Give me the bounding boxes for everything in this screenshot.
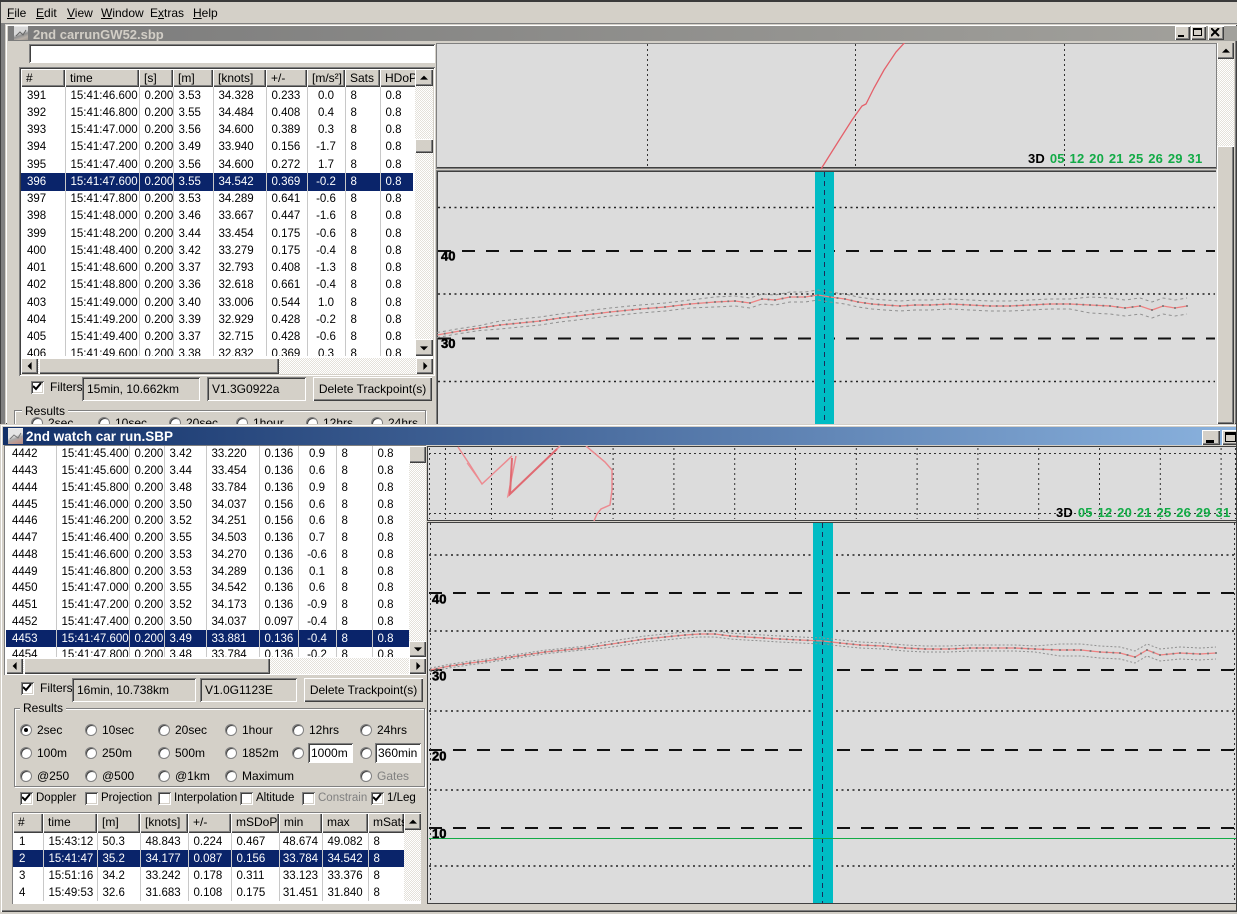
svg-text:3D 05 12 20 21 25 26 29 31: 3D 05 12 20 21 25 26 29 31 [1056,505,1230,520]
svg-text:40: 40 [441,249,455,264]
svg-text:30: 30 [441,336,455,351]
svg-text:30: 30 [432,669,446,684]
svg-text:20: 20 [432,749,446,764]
svg-text:3D 05 12 20 21 25 26 29 31: 3D 05 12 20 21 25 26 29 31 [1028,151,1202,166]
svg-text:10: 10 [432,826,446,841]
svg-text:40: 40 [432,592,446,607]
